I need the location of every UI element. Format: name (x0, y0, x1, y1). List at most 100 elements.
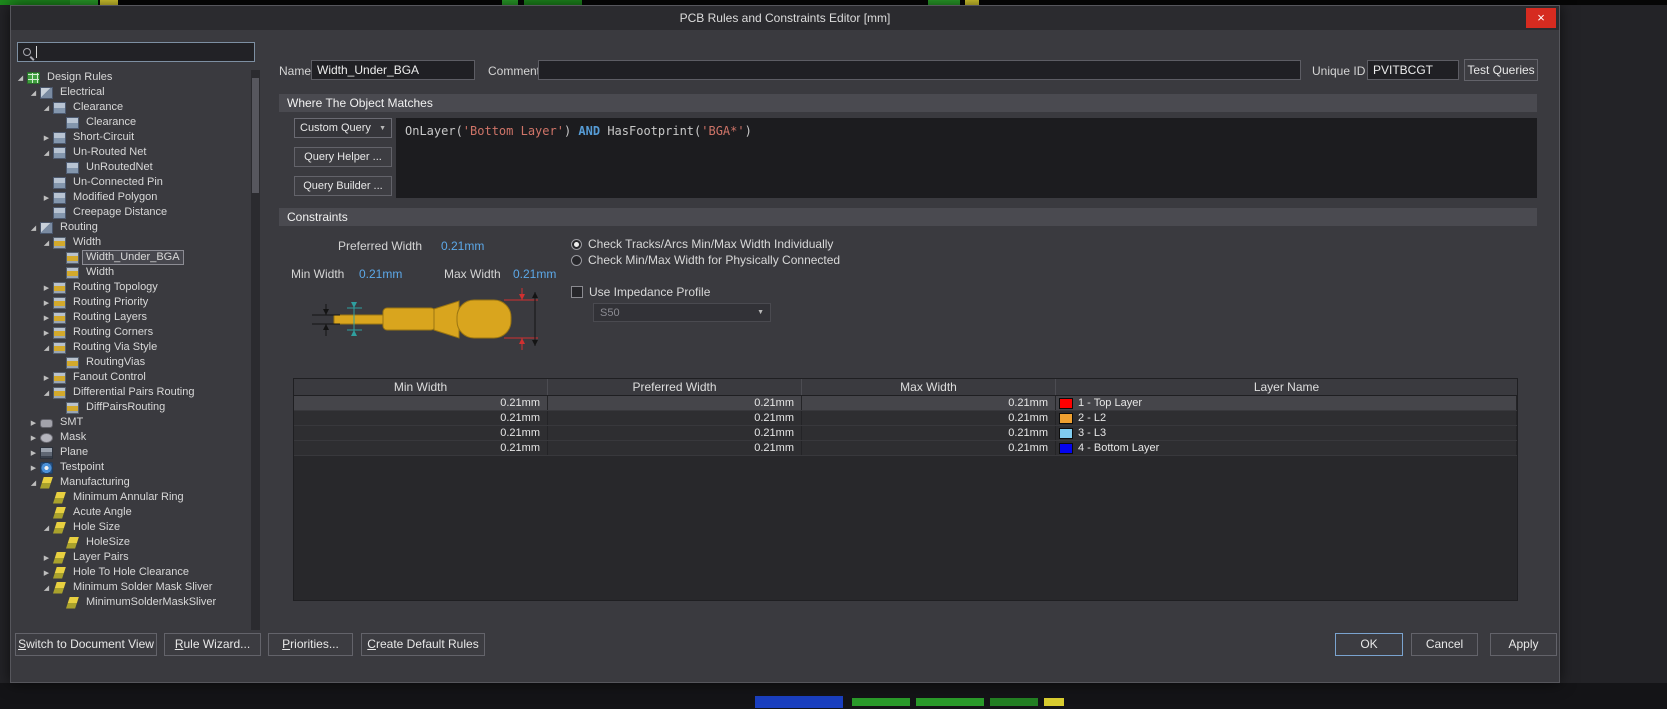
tree-item-mask[interactable]: ▶Mask (15, 430, 249, 445)
tree-item-width-under-bga[interactable]: Width_Under_BGA (15, 250, 249, 265)
query-scope-dropdown[interactable]: Custom Query ▼ (294, 118, 392, 138)
tree-item-width[interactable]: Width (15, 265, 249, 280)
collapse-arrow-icon[interactable]: ▶ (41, 284, 52, 292)
tree-item-differential-pairs-routing[interactable]: ◢Differential Pairs Routing (15, 385, 249, 400)
tree-item-clearance[interactable]: ◢Clearance (15, 100, 249, 115)
test-queries-button[interactable]: Test Queries (1464, 59, 1538, 81)
tree-item-routing-corners[interactable]: ▶Routing Corners (15, 325, 249, 340)
cell-layer-name[interactable]: 3 - L3 (1056, 426, 1517, 440)
tree-item-minimum-annular-ring[interactable]: Minimum Annular Ring (15, 490, 249, 505)
tree-item-width[interactable]: ◢Width (15, 235, 249, 250)
dialog-titlebar[interactable]: PCB Rules and Constraints Editor [mm] × (11, 6, 1559, 30)
name-field[interactable]: Width_Under_BGA (311, 60, 475, 80)
tree-item-minimum-solder-mask-sliver[interactable]: ◢Minimum Solder Mask Sliver (15, 580, 249, 595)
tree-item-clearance[interactable]: Clearance (15, 115, 249, 130)
collapse-arrow-icon[interactable]: ▶ (28, 464, 39, 472)
tree-item-routingvias[interactable]: RoutingVias (15, 355, 249, 370)
table-row[interactable]: 0.21mm0.21mm0.21mm3 - L3 (294, 426, 1517, 441)
impedance-profile-dropdown[interactable]: S50 ▼ (593, 303, 771, 322)
table-row[interactable]: 0.21mm0.21mm0.21mm1 - Top Layer (294, 396, 1517, 411)
tree-item-unroutednet[interactable]: UnRoutedNet (15, 160, 249, 175)
tree-item-hole-size[interactable]: ◢Hole Size (15, 520, 249, 535)
rule-wizard-button[interactable]: Rule Wizard... (164, 633, 261, 656)
radio-icon[interactable] (571, 255, 582, 266)
table-row[interactable]: 0.21mm0.21mm0.21mm2 - L2 (294, 411, 1517, 426)
cell-min-width[interactable]: 0.21mm (294, 411, 548, 425)
tree-item-manufacturing[interactable]: ◢Manufacturing (15, 475, 249, 490)
tree-item-routing-layers[interactable]: ▶Routing Layers (15, 310, 249, 325)
expand-arrow-icon[interactable]: ◢ (41, 389, 52, 397)
expand-arrow-icon[interactable]: ◢ (28, 224, 39, 232)
tree-item-diffpairsrouting[interactable]: DiffPairsRouting (15, 400, 249, 415)
collapse-arrow-icon[interactable]: ▶ (28, 434, 39, 442)
cell-max-width[interactable]: 0.21mm (802, 396, 1056, 410)
cell-layer-name[interactable]: 4 - Bottom Layer (1056, 441, 1517, 455)
tree-item-minimumsoldermasksliver[interactable]: MinimumSolderMaskSliver (15, 595, 249, 610)
radio-check-connected[interactable]: Check Min/Max Width for Physically Conne… (571, 253, 840, 267)
cell-min-width[interactable]: 0.21mm (294, 396, 548, 410)
radio-icon[interactable] (571, 239, 582, 250)
tree-item-plane[interactable]: ▶Plane (15, 445, 249, 460)
expand-arrow-icon[interactable]: ◢ (15, 74, 26, 82)
expand-arrow-icon[interactable]: ◢ (28, 479, 39, 487)
expand-arrow-icon[interactable]: ◢ (41, 584, 52, 592)
expand-arrow-icon[interactable]: ◢ (41, 104, 52, 112)
cell-min-width[interactable]: 0.21mm (294, 426, 548, 440)
ok-button[interactable]: OK (1335, 633, 1403, 656)
checkbox-icon[interactable] (571, 286, 583, 298)
query-expression-editor[interactable]: OnLayer('Bottom Layer') AND HasFootprint… (396, 118, 1537, 198)
cell-preferred-width[interactable]: 0.21mm (548, 426, 802, 440)
cell-min-width[interactable]: 0.21mm (294, 441, 548, 455)
collapse-arrow-icon[interactable]: ▶ (41, 134, 52, 142)
tree-item-routing-priority[interactable]: ▶Routing Priority (15, 295, 249, 310)
expand-arrow-icon[interactable]: ◢ (28, 89, 39, 97)
collapse-arrow-icon[interactable]: ▶ (28, 449, 39, 457)
collapse-arrow-icon[interactable]: ▶ (41, 329, 52, 337)
tree-item-modified-polygon[interactable]: ▶Modified Polygon (15, 190, 249, 205)
preferred-width-value[interactable]: 0.21mm (441, 239, 484, 253)
collapse-arrow-icon[interactable]: ▶ (41, 314, 52, 322)
tree-item-routing[interactable]: ◢Routing (15, 220, 249, 235)
tree-item-testpoint[interactable]: ▶Testpoint (15, 460, 249, 475)
cancel-button[interactable]: Cancel (1411, 633, 1478, 656)
tree-item-un-routed-net[interactable]: ◢Un-Routed Net (15, 145, 249, 160)
priorities-button[interactable]: Priorities... (268, 633, 353, 656)
tree-item-layer-pairs[interactable]: ▶Layer Pairs (15, 550, 249, 565)
collapse-arrow-icon[interactable]: ▶ (28, 419, 39, 427)
tree-item-creepage-distance[interactable]: Creepage Distance (15, 205, 249, 220)
tree-item-fanout-control[interactable]: ▶Fanout Control (15, 370, 249, 385)
query-helper-button[interactable]: Query Helper ... (294, 147, 392, 167)
tree-item-routing-via-style[interactable]: ◢Routing Via Style (15, 340, 249, 355)
cell-layer-name[interactable]: 2 - L2 (1056, 411, 1517, 425)
search-input[interactable] (17, 42, 255, 62)
cell-max-width[interactable]: 0.21mm (802, 426, 1056, 440)
tree-item-un-connected-pin[interactable]: Un-Connected Pin (15, 175, 249, 190)
expand-arrow-icon[interactable]: ◢ (41, 239, 52, 247)
cell-max-width[interactable]: 0.21mm (802, 441, 1056, 455)
collapse-arrow-icon[interactable]: ▶ (41, 554, 52, 562)
cell-preferred-width[interactable]: 0.21mm (548, 396, 802, 410)
expand-arrow-icon[interactable]: ◢ (41, 344, 52, 352)
tree-item-routing-topology[interactable]: ▶Routing Topology (15, 280, 249, 295)
column-header-max-width[interactable]: Max Width (802, 379, 1056, 395)
tree-item-smt[interactable]: ▶SMT (15, 415, 249, 430)
tree-scrollbar[interactable] (251, 70, 260, 630)
expand-arrow-icon[interactable]: ◢ (41, 524, 52, 532)
tree-item-design-rules[interactable]: ◢Design Rules (15, 70, 249, 85)
unique-id-field[interactable]: PVITBCGT (1367, 60, 1459, 80)
cell-preferred-width[interactable]: 0.21mm (548, 411, 802, 425)
tree-scrollbar-thumb[interactable] (252, 78, 259, 193)
table-row[interactable]: 0.21mm0.21mm0.21mm4 - Bottom Layer (294, 441, 1517, 456)
switch-to-document-view-button[interactable]: Switch to Document View (15, 633, 157, 656)
collapse-arrow-icon[interactable]: ▶ (41, 374, 52, 382)
comment-field[interactable] (538, 60, 1301, 80)
cell-layer-name[interactable]: 1 - Top Layer (1056, 396, 1517, 410)
column-header-layer-name[interactable]: Layer Name (1056, 379, 1517, 395)
tree-item-hole-to-hole-clearance[interactable]: ▶Hole To Hole Clearance (15, 565, 249, 580)
create-default-rules-button[interactable]: Create Default Rules (361, 633, 485, 656)
collapse-arrow-icon[interactable]: ▶ (41, 299, 52, 307)
tree-item-holesize[interactable]: HoleSize (15, 535, 249, 550)
column-header-min-width[interactable]: Min Width (294, 379, 548, 395)
use-impedance-profile-checkbox[interactable]: Use Impedance Profile (571, 285, 710, 299)
column-header-preferred-width[interactable]: Preferred Width (548, 379, 802, 395)
